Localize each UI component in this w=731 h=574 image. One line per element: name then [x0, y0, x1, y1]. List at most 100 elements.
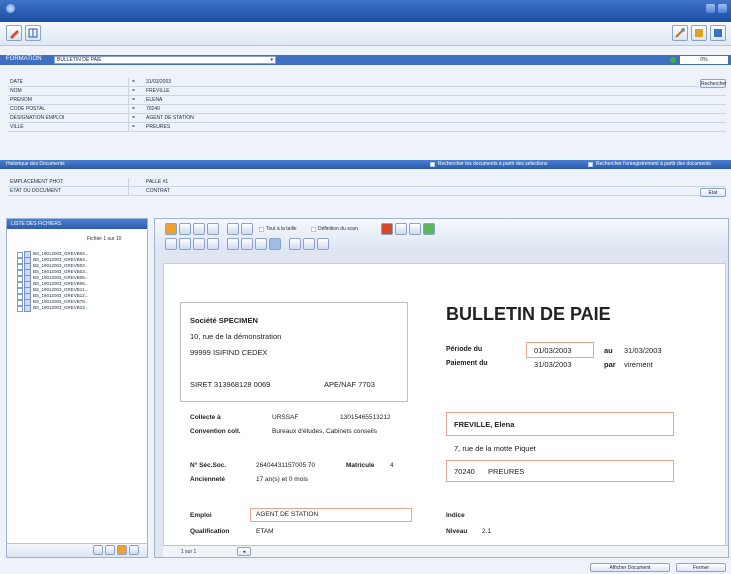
- criteria-value: 31/03/2003: [146, 79, 172, 85]
- search-button[interactable]: Rechercher: [700, 79, 727, 88]
- copy-icon[interactable]: [193, 223, 205, 235]
- docprop-value-cell[interactable]: [128, 187, 728, 196]
- criteria-row[interactable]: NOM = FREVILLE: [8, 87, 726, 96]
- document-properties-table: EMPLACEMENT PHOT PALLE #1 ETAT DU DOCUMENT…: [8, 178, 726, 196]
- show-document-button[interactable]: Afficher Document: [590, 563, 670, 572]
- save-icon[interactable]: [691, 25, 707, 41]
- criteria-key: DESIGNATION EMPLOI: [10, 115, 65, 121]
- next-file-icon[interactable]: [105, 545, 115, 555]
- delete-file-icon[interactable]: [129, 545, 139, 555]
- crop-icon[interactable]: [303, 238, 315, 250]
- convention-value: Bureaux d'études, Cabinets conseils: [272, 428, 377, 435]
- option-checkbox-2[interactable]: [588, 162, 593, 167]
- criteria-row[interactable]: CODE POSTAL = 70240: [8, 105, 726, 114]
- criteria-key: PRENOM: [10, 97, 32, 103]
- secsoc-value: 26404431157005 70: [256, 462, 316, 469]
- mail-icon[interactable]: [395, 223, 407, 235]
- period-from: 01/03/2003: [534, 346, 572, 355]
- emploi-label: Emploi: [190, 512, 212, 519]
- close-button[interactable]: [718, 4, 727, 13]
- history-title: Historique des Documents: [6, 161, 65, 167]
- rotate-left-icon[interactable]: [227, 238, 239, 250]
- criteria-row[interactable]: VILLE = PREURES: [8, 123, 726, 132]
- fit-label: Tout à la taille: [266, 226, 297, 232]
- company-apenaf: APE/NAF 7703: [324, 380, 375, 389]
- file-list-footer: [7, 543, 147, 557]
- status-light-icon: [670, 57, 676, 63]
- docprop-row[interactable]: ETAT DU DOCUMENT CONTRAT: [8, 187, 726, 196]
- main-toolbar: [0, 22, 731, 46]
- flip-icon[interactable]: [255, 238, 267, 250]
- rotate-icon[interactable]: [179, 223, 191, 235]
- last-page-icon[interactable]: [207, 238, 219, 250]
- docprop-value: CONTRAT: [146, 188, 170, 194]
- payment-label: Paiement du: [446, 360, 488, 367]
- option-label-2: Rechercher l'enregistrement à partir des…: [596, 161, 711, 167]
- page-icon[interactable]: [165, 223, 177, 235]
- company-siret: SIRET 313968128 0069: [190, 380, 271, 389]
- minimize-button[interactable]: [706, 4, 715, 13]
- page-prev-button[interactable]: ◂: [237, 547, 251, 556]
- page-navigator: 1 sur 1 ◂: [163, 545, 728, 557]
- zoom-out-icon[interactable]: [179, 238, 191, 250]
- annotate-icon[interactable]: [289, 238, 301, 250]
- prev-file-icon[interactable]: [93, 545, 103, 555]
- grid-icon[interactable]: [25, 25, 41, 41]
- docprop-value-cell[interactable]: [128, 178, 728, 187]
- document-type-bar: FORMATION BULLETIN DE PAIE ▾ 0%: [0, 55, 731, 65]
- scan-icon[interactable]: [227, 223, 239, 235]
- exit-icon[interactable]: [710, 25, 726, 41]
- anciennete-value: 17 an(s) et 0 mois: [256, 476, 309, 483]
- criteria-row[interactable]: DESIGNATION EMPLOI = AGENT DE STATION: [8, 114, 726, 123]
- document-viewer: Tout à la taille Définition du scan Soci…: [154, 218, 729, 558]
- criteria-value-cell[interactable]: [128, 114, 728, 123]
- document-type-select[interactable]: BULLETIN DE PAIE ▾: [54, 56, 276, 64]
- criteria-operator: =: [132, 97, 135, 103]
- paste-icon[interactable]: [207, 223, 219, 235]
- chevron-down-icon: ▾: [270, 57, 273, 63]
- scan-def-checkbox[interactable]: [311, 227, 316, 232]
- print-icon[interactable]: [241, 223, 253, 235]
- anciennete-label: Ancienneté: [190, 476, 226, 483]
- employee-postcode: 70240: [454, 467, 475, 476]
- matricule-label: Matricule: [346, 462, 375, 469]
- criteria-operator: =: [132, 79, 135, 85]
- fit-checkbox[interactable]: [259, 227, 264, 232]
- criteria-value: ELENA: [146, 97, 163, 103]
- export-icon[interactable]: [423, 223, 435, 235]
- image-icon[interactable]: [409, 223, 421, 235]
- criteria-row[interactable]: DATE = 31/03/2003: [8, 78, 726, 87]
- criteria-value-cell[interactable]: [128, 96, 728, 105]
- state-button[interactable]: Etat: [700, 188, 726, 197]
- criteria-value: AGENT DE STATION: [146, 115, 194, 121]
- first-page-icon[interactable]: [193, 238, 205, 250]
- scan-def-label: Définition du scan: [318, 226, 358, 232]
- payment-mode: virement: [624, 360, 653, 369]
- criteria-key: VILLE: [10, 124, 24, 130]
- criteria-value-cell[interactable]: [128, 78, 728, 87]
- zoom-in-icon[interactable]: [165, 238, 177, 250]
- criteria-value: PREURES: [146, 124, 171, 130]
- criteria-row[interactable]: PRENOM = ELENA: [8, 96, 726, 105]
- docprop-key: ETAT DU DOCUMENT: [10, 188, 61, 194]
- rotate-right-icon[interactable]: [241, 238, 253, 250]
- criteria-value-cell[interactable]: [128, 123, 728, 132]
- pdf-icon[interactable]: [381, 223, 393, 235]
- criteria-operator: =: [132, 106, 135, 112]
- adjust-icon[interactable]: [317, 238, 329, 250]
- search-criteria-table: DATE = 31/03/2003 NOM = FREVILLE PRENOM = ELENA C…: [8, 78, 726, 132]
- app-icon: [6, 4, 15, 13]
- tools-icon[interactable]: [672, 25, 688, 41]
- criteria-key: CODE POSTAL: [10, 106, 46, 112]
- select-icon[interactable]: [269, 238, 281, 250]
- docprop-row[interactable]: EMPLACEMENT PHOT PALLE #1: [8, 178, 726, 187]
- bookmark-icon[interactable]: [117, 545, 127, 555]
- close-document-button[interactable]: Fermer: [676, 563, 726, 572]
- file-list-item[interactable]: BS_19012003_GREVB23...: [9, 305, 145, 312]
- option-checkbox-1[interactable]: [430, 162, 435, 167]
- secsoc-label: N° Séc.Soc.: [190, 462, 227, 469]
- edit-icon[interactable]: [6, 25, 22, 41]
- criteria-value-cell[interactable]: [128, 87, 728, 96]
- company-address-2: 99999 ISIFIND CEDEX: [190, 348, 268, 357]
- criteria-value-cell[interactable]: [128, 105, 728, 114]
